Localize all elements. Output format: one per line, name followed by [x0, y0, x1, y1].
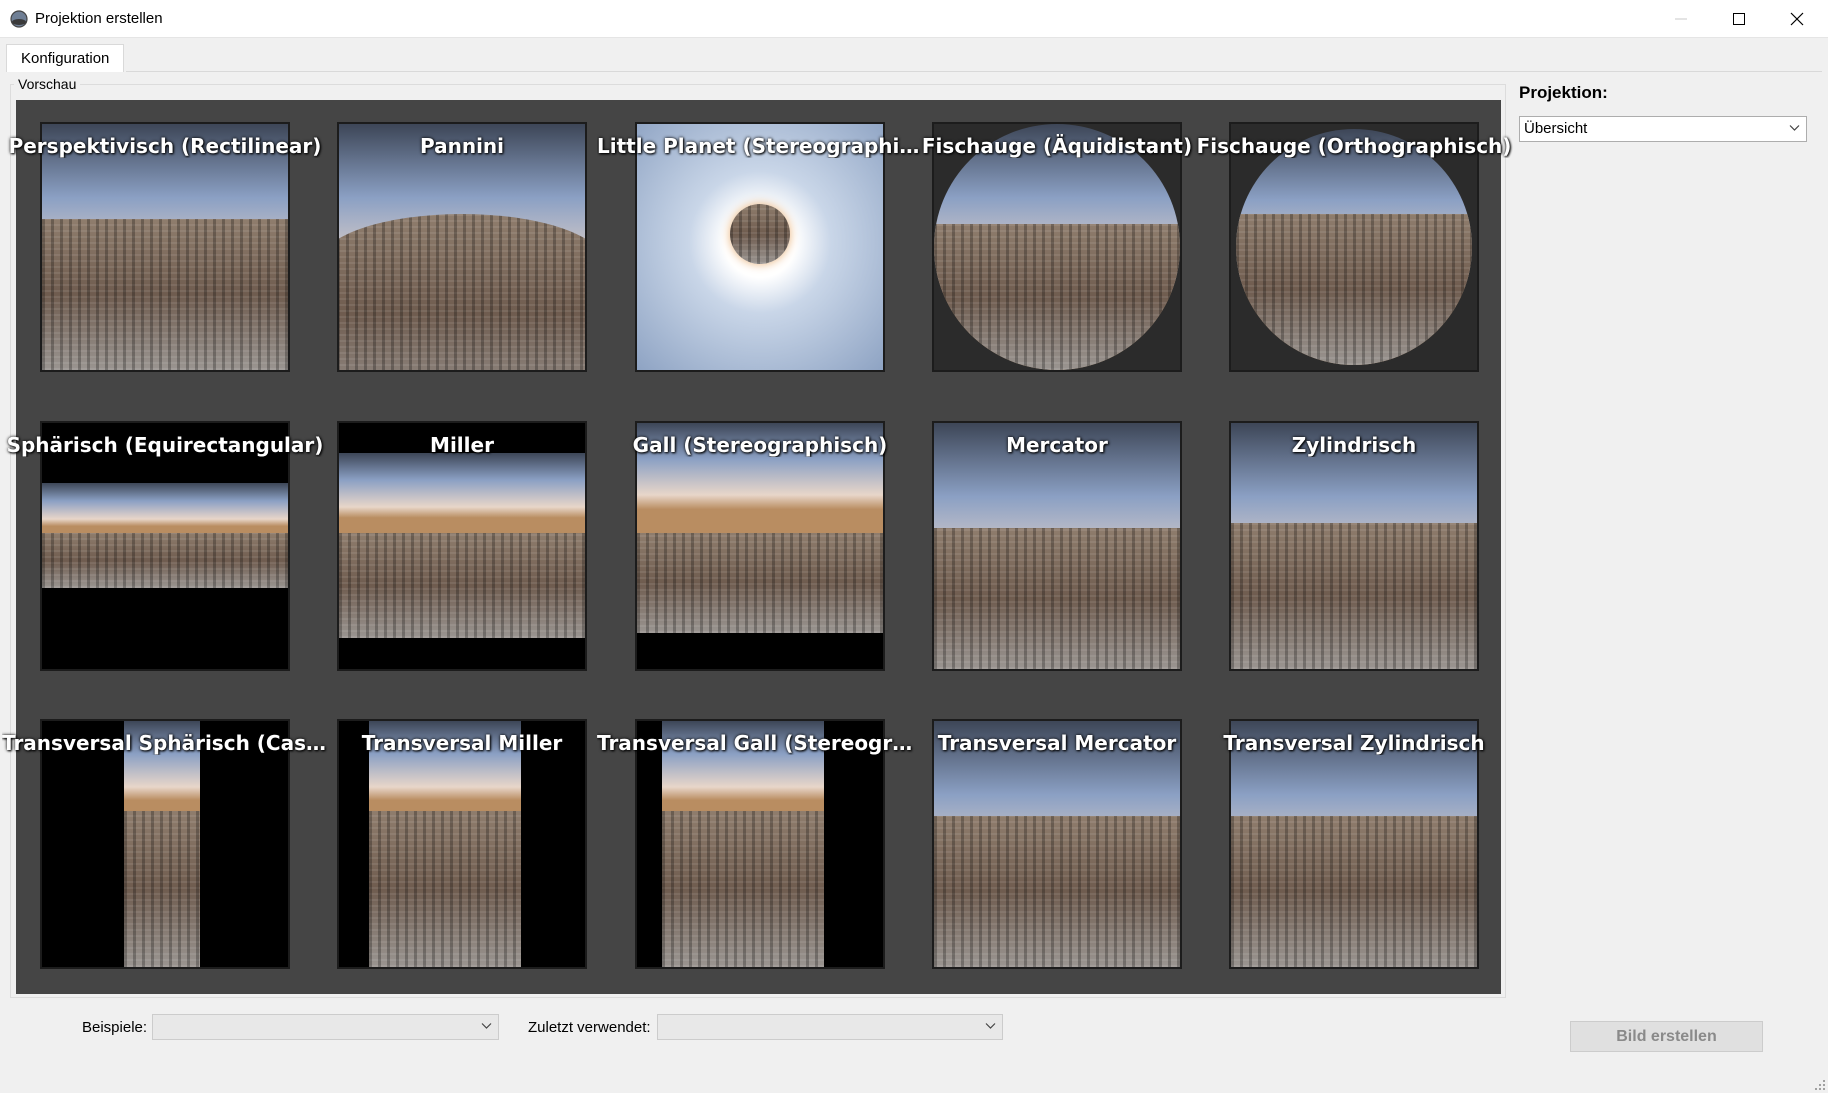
preview-image — [637, 124, 883, 370]
preview-image — [1231, 721, 1477, 967]
preview-image — [42, 124, 288, 370]
window-title: Projektion erstellen — [35, 10, 163, 27]
preview-image — [339, 124, 585, 370]
preview-thumbnail[interactable]: Transversal Gall (Stereograp... — [597, 719, 923, 969]
examples-select[interactable] — [152, 1014, 499, 1040]
preview-image — [934, 124, 1180, 370]
preview-label: Transversal Gall (Stereograp... — [597, 731, 923, 755]
maximize-icon — [1733, 13, 1745, 25]
chevron-down-icon — [481, 1023, 492, 1029]
tab-konfiguration[interactable]: Konfiguration — [6, 44, 125, 72]
preview-label: Transversal Zylindrisch — [1223, 731, 1485, 755]
preview-thumbnail[interactable]: Zylindrisch — [1229, 421, 1479, 671]
chevron-down-icon — [985, 1023, 996, 1029]
preview-thumbnail[interactable]: Mercator — [932, 421, 1182, 671]
projection-label: Projektion: — [1519, 83, 1608, 102]
preview-label: Sphärisch (Equirectangular) — [6, 433, 324, 457]
preview-image — [42, 721, 288, 967]
preview-label: Fischauge (Äquidistant) — [921, 134, 1193, 158]
preview-thumbnail[interactable]: Fischauge (Orthographisch) — [1197, 122, 1511, 372]
preview-image — [934, 423, 1180, 669]
preview-thumbnail[interactable]: Miller — [337, 421, 587, 671]
preview-thumbnail[interactable]: Sphärisch (Equirectangular) — [7, 421, 323, 671]
close-icon — [1790, 12, 1804, 26]
preview-label: Fischauge (Orthographisch) — [1196, 134, 1512, 158]
preview-label: Transversal Sphärisch (Cassini) — [2, 731, 328, 755]
tab-divider — [126, 71, 1822, 72]
examples-label: Beispiele: — [82, 1019, 148, 1036]
chevron-down-icon — [1789, 125, 1800, 131]
minimize-button[interactable] — [1652, 0, 1710, 38]
preview-thumbnail[interactable]: Transversal Mercator — [932, 719, 1182, 969]
preview-label: Zylindrisch — [1291, 433, 1417, 457]
minimize-icon — [1675, 18, 1687, 20]
preview-image — [1231, 423, 1477, 669]
preview-image — [637, 721, 883, 967]
preview-image — [934, 721, 1180, 967]
preview-canvas: Perspektivisch (Rectilinear) Pannini Littl… — [2, 100, 1511, 994]
preview-label: Pannini — [419, 134, 505, 158]
preview-thumbnail[interactable]: Little Planet (Stereographis... — [597, 122, 923, 372]
preview-image — [1231, 124, 1477, 370]
close-button[interactable] — [1768, 0, 1826, 38]
create-image-button[interactable]: Bild erstellen — [1570, 1021, 1763, 1052]
app-globe-icon — [10, 10, 28, 28]
projection-select[interactable]: Übersicht — [1519, 116, 1807, 142]
resize-grip-icon[interactable] — [1814, 1079, 1826, 1091]
maximize-button[interactable] — [1710, 0, 1768, 38]
preview-label: Gall (Stereographisch) — [632, 433, 888, 457]
preview-label: Miller — [430, 433, 494, 457]
preview-label: Little Planet (Stereographis... — [597, 134, 923, 158]
preview-label: Perspektivisch (Rectilinear) — [8, 134, 322, 158]
recent-select[interactable] — [657, 1014, 1003, 1040]
preview-thumbnail[interactable]: Pannini — [337, 122, 587, 372]
preview-label: Transversal Miller — [361, 731, 563, 755]
title-bar: Projektion erstellen — [0, 0, 1828, 38]
preview-group-label: Vorschau — [14, 76, 81, 92]
preview-image — [42, 423, 288, 669]
recent-label: Zuletzt verwendet: — [528, 1019, 651, 1036]
preview-thumbnail[interactable]: Transversal Miller — [337, 719, 587, 969]
preview-label: Transversal Mercator — [937, 731, 1177, 755]
preview-thumbnail[interactable]: Gall (Stereographisch) — [633, 421, 887, 671]
preview-thumbnail[interactable]: Transversal Sphärisch (Cassini) — [2, 719, 328, 969]
preview-image — [637, 423, 883, 669]
projection-select-value: Übersicht — [1524, 120, 1588, 137]
preview-thumbnail[interactable]: Fischauge (Äquidistant) — [922, 122, 1192, 372]
preview-image — [339, 423, 585, 669]
preview-image — [339, 721, 585, 967]
preview-thumbnail[interactable]: Perspektivisch (Rectilinear) — [9, 122, 321, 372]
preview-thumbnail[interactable]: Transversal Zylindrisch — [1223, 719, 1485, 969]
preview-label: Mercator — [1006, 433, 1108, 457]
